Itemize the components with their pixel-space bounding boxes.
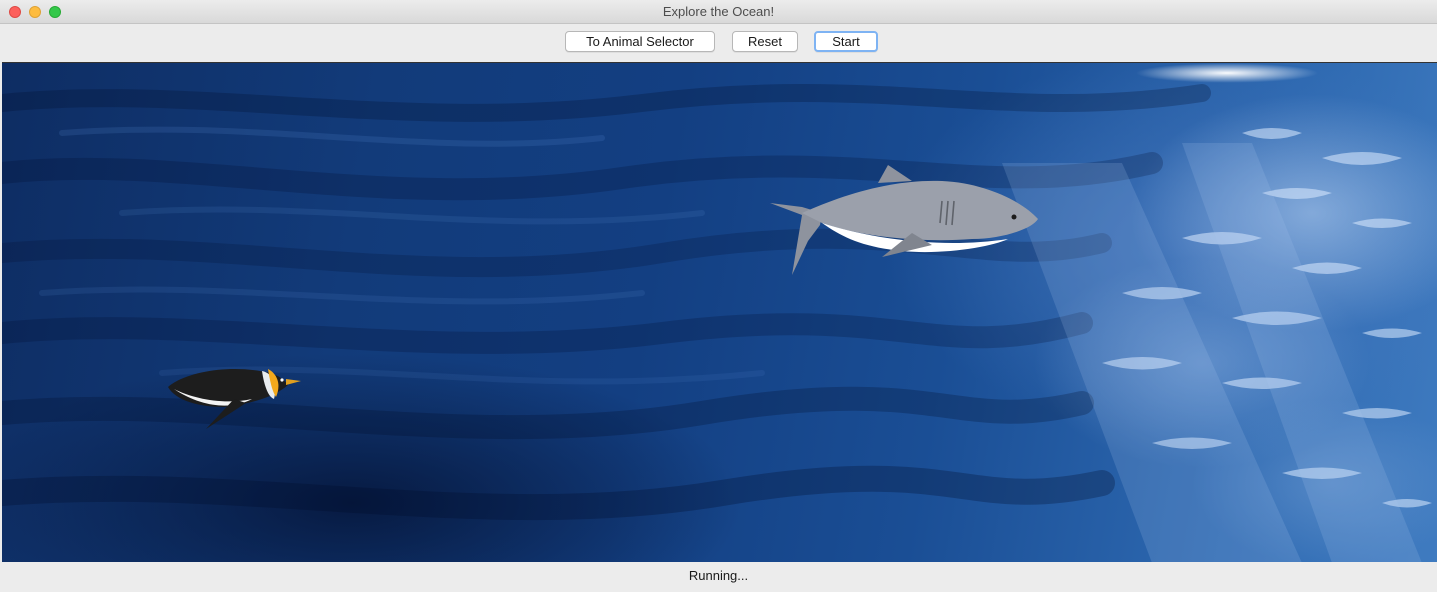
status-text: Running...: [688, 568, 749, 583]
penguin-illustration[interactable]: [164, 363, 304, 433]
app-window: Explore the Ocean! To Animal Selector Re…: [0, 0, 1437, 592]
start-button[interactable]: Start: [814, 31, 878, 52]
animal-selector-button[interactable]: To Animal Selector: [565, 31, 715, 52]
window-title: Explore the Ocean!: [662, 4, 775, 19]
title-bar[interactable]: Explore the Ocean!: [0, 0, 1437, 24]
reset-button[interactable]: Reset: [732, 31, 798, 52]
shark-illustration[interactable]: [762, 163, 1042, 275]
ocean-canvas[interactable]: [2, 62, 1437, 563]
ocean-background: [2, 84, 1432, 563]
toolbar: To Animal Selector Reset Start: [0, 24, 1437, 62]
status-bar: Running...: [0, 562, 1437, 592]
